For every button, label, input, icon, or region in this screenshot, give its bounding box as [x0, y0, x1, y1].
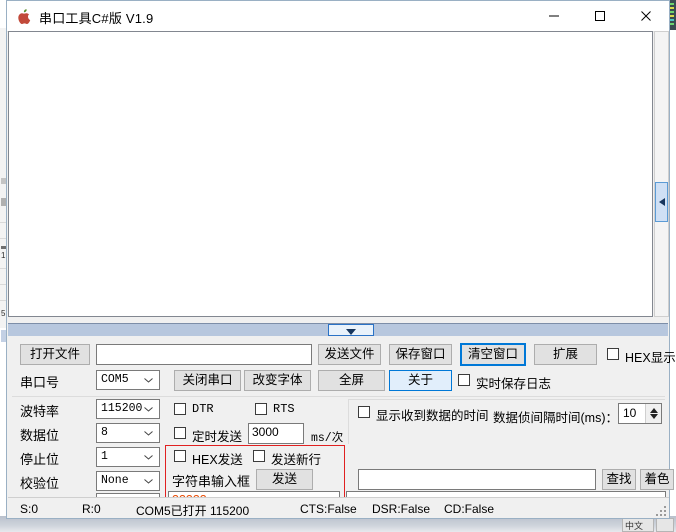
console-vertical-scrollbar[interactable]: [654, 31, 669, 317]
background-window-text: 5: [1, 309, 6, 318]
clear-window-button[interactable]: 清空窗口: [460, 343, 526, 366]
interval-spinner[interactable]: 10: [618, 403, 662, 424]
color-button[interactable]: 着色: [640, 469, 674, 490]
find-button[interactable]: 查找: [602, 469, 636, 490]
checkbox-box[interactable]: [255, 403, 267, 415]
horizontal-scrollbar-thumb[interactable]: [328, 324, 374, 336]
background-taskbar-item: [656, 518, 674, 532]
baud-label: 波特率: [20, 404, 60, 419]
maximize-button[interactable]: [577, 1, 623, 30]
checkbox-box[interactable]: [174, 450, 186, 462]
hex-send-label: HEX发送: [192, 453, 243, 467]
change-font-button[interactable]: 改变字体: [244, 370, 311, 391]
stopbits-select[interactable]: 1: [96, 447, 160, 467]
chevron-down-icon: [144, 455, 153, 460]
parity-select[interactable]: None: [96, 471, 160, 491]
background-window-text: 1: [1, 251, 6, 260]
find-input[interactable]: [358, 469, 596, 490]
console-area: [8, 31, 669, 325]
status-bar: S:0 R:0 COM5已打开 115200 CTS:False DSR:Fal…: [8, 497, 669, 518]
save-window-button[interactable]: 保存窗口: [389, 344, 452, 365]
spinner-up-icon[interactable]: [650, 408, 658, 413]
apple-icon: [17, 8, 32, 25]
title-bar: 串口工具C#版 V1.9: [7, 1, 669, 32]
chevron-down-icon: [144, 431, 153, 436]
chevron-down-icon: [144, 407, 153, 412]
status-port-state: COM5已打开 115200: [136, 504, 250, 518]
close-button[interactable]: [623, 1, 669, 30]
parity-value: None: [101, 474, 129, 487]
checkbox-box[interactable]: [253, 450, 265, 462]
background-taskbar-label: 中文: [625, 521, 644, 531]
status-cts: CTS:False: [300, 502, 357, 516]
dtr-label: DTR: [192, 402, 214, 416]
status-sent: S:0: [20, 502, 39, 516]
port-select[interactable]: COM5: [96, 370, 160, 390]
vertical-scrollbar-thumb[interactable]: [655, 182, 668, 222]
send-newline-label: 发送新行: [271, 453, 322, 467]
checkbox-box[interactable]: [174, 427, 186, 439]
databits-select[interactable]: 8: [96, 423, 160, 443]
checkbox-box[interactable]: [358, 406, 370, 418]
receive-textarea[interactable]: [8, 31, 653, 317]
chevron-down-icon: [144, 378, 153, 383]
timed-send-unit-label: ms/次: [311, 432, 344, 445]
baud-value: 115200: [101, 402, 143, 415]
timed-send-interval-input[interactable]: 3000: [248, 423, 304, 444]
stopbits-value: 1: [101, 450, 108, 463]
file-path-input[interactable]: [96, 344, 312, 365]
status-cd: CD:False: [444, 502, 495, 516]
send-file-button[interactable]: 发送文件: [318, 344, 381, 365]
resize-grip[interactable]: [654, 504, 666, 516]
rts-label: RTS: [273, 402, 295, 416]
checkbox-box[interactable]: [458, 374, 470, 386]
extend-button[interactable]: 扩展: [534, 344, 597, 365]
left-arrow-icon: [659, 198, 665, 206]
hex-display-label: HEX显示: [625, 351, 676, 365]
interval-label: 数据侦间隔时间(ms)：: [493, 411, 618, 425]
window-title: 串口工具C#版 V1.9: [39, 11, 154, 26]
port-value: COM5: [101, 373, 129, 386]
parity-label: 校验位: [20, 476, 60, 491]
spinner-buttons[interactable]: [645, 404, 661, 423]
databits-label: 数据位: [20, 428, 60, 443]
stopbits-label: 停止位: [20, 452, 60, 467]
show-receive-time-label: 显示收到数据的时间: [376, 409, 489, 423]
minimize-button[interactable]: [531, 1, 577, 30]
timed-send-label: 定时发送: [192, 430, 243, 444]
checkbox-box[interactable]: [174, 403, 186, 415]
fullscreen-button[interactable]: 全屏: [318, 370, 385, 391]
close-port-button[interactable]: 关闭串口: [174, 370, 241, 391]
realtime-log-label: 实时保存日志: [476, 377, 552, 391]
checkbox-box[interactable]: [607, 348, 619, 360]
about-button[interactable]: 关于: [389, 370, 452, 391]
send-button[interactable]: 发送: [256, 469, 313, 490]
status-dsr: DSR:False: [372, 502, 431, 516]
interval-value: 10: [623, 406, 637, 420]
open-file-button[interactable]: 打开文件: [20, 344, 90, 365]
status-received: R:0: [82, 502, 101, 516]
down-arrow-icon: [346, 329, 356, 335]
baud-select[interactable]: 115200: [96, 399, 160, 419]
spinner-down-icon[interactable]: [650, 414, 658, 419]
chevron-down-icon: [144, 479, 153, 484]
serial-tool-window: 串口工具C#版 V1.9 打开文件 发送文件 保存窗口 清空窗口 扩展 HEX显…: [6, 0, 676, 519]
string-input-label: 字符串输入框: [172, 474, 251, 489]
databits-value: 8: [101, 426, 108, 439]
control-panel: 打开文件 发送文件 保存窗口 清空窗口 扩展 HEX显示 串口号 COM5 关闭…: [8, 337, 676, 517]
console-horizontal-scrollbar[interactable]: [8, 323, 668, 336]
port-label: 串口号: [20, 375, 60, 390]
